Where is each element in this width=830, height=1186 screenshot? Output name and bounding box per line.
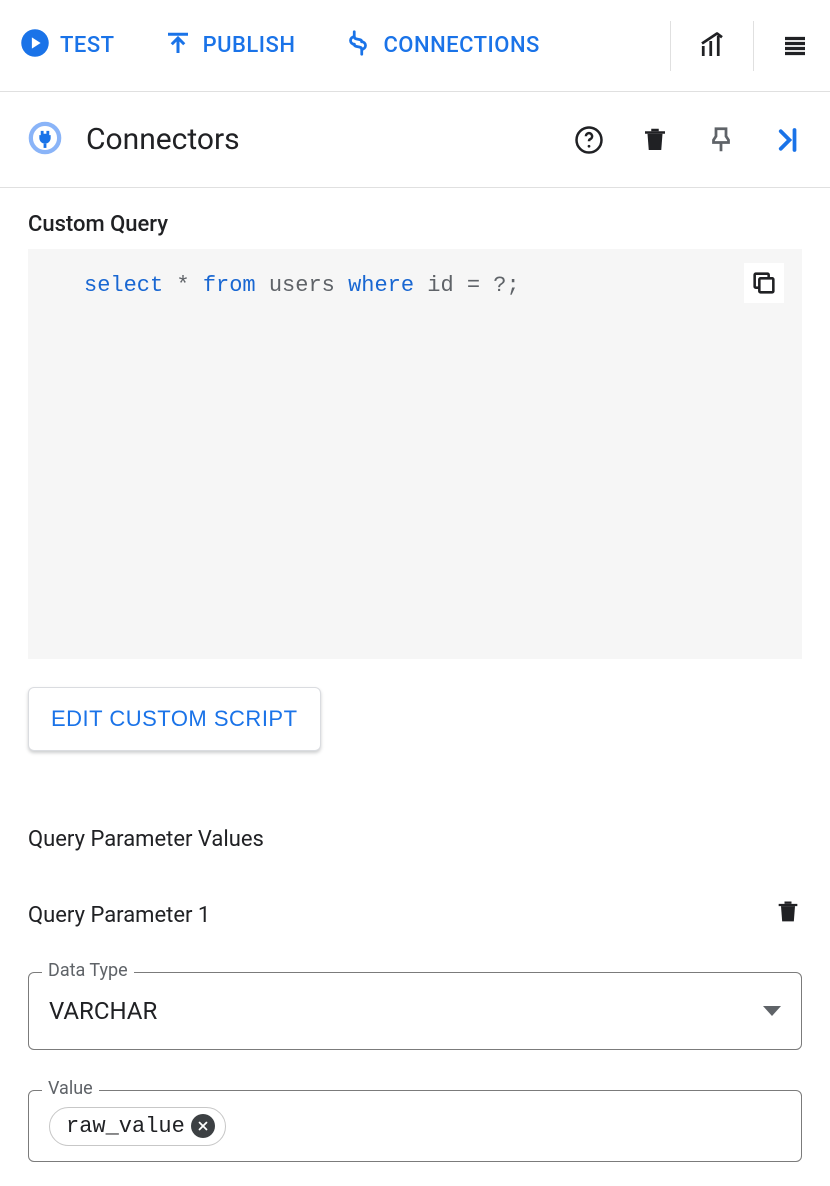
value-chip-text: raw_value	[66, 1114, 185, 1139]
query-parameter-name: Query Parameter 1	[28, 903, 210, 928]
plug-icon	[343, 28, 373, 64]
page-title: Connectors	[86, 122, 574, 157]
test-label: TEST	[60, 33, 115, 58]
pin-button[interactable]	[706, 125, 736, 155]
edit-custom-script-button[interactable]: EDIT CUSTOM SCRIPT	[28, 687, 321, 751]
copy-button[interactable]	[744, 263, 784, 303]
remove-chip-button[interactable]	[191, 1114, 215, 1138]
chevron-down-icon	[763, 1006, 781, 1016]
custom-query-label: Custom Query	[28, 212, 802, 237]
collapse-panel-button[interactable]	[772, 125, 802, 155]
menu-button[interactable]	[780, 31, 810, 61]
delete-parameter-button[interactable]	[774, 898, 802, 932]
query-param-values-heading: Query Parameter Values	[28, 827, 802, 852]
content-area: Custom Query select * from users where i…	[0, 188, 830, 1186]
top-toolbar: TEST PUBLISH CONNECTIONS	[0, 0, 830, 92]
data-type-field[interactable]: Data Type VARCHAR	[28, 972, 802, 1050]
section-header: Connectors	[0, 92, 830, 188]
connections-label: CONNECTIONS	[383, 33, 539, 58]
connectors-icon	[28, 121, 62, 159]
value-label: Value	[42, 1078, 99, 1099]
upload-icon	[163, 28, 193, 64]
data-type-value: VARCHAR	[49, 997, 763, 1025]
analytics-button[interactable]	[697, 31, 727, 61]
play-icon	[20, 28, 50, 64]
publish-label: PUBLISH	[203, 33, 296, 58]
query-parameter: Query Parameter 1 Data Type VARCHAR Valu…	[28, 898, 802, 1162]
help-button[interactable]	[574, 125, 604, 155]
connections-button[interactable]: CONNECTIONS	[343, 28, 539, 64]
toolbar-divider	[753, 21, 754, 71]
test-button[interactable]: TEST	[20, 28, 115, 64]
custom-query-code: select * from users where id = ?;	[28, 249, 802, 659]
delete-button[interactable]	[640, 125, 670, 155]
toolbar-divider	[670, 21, 671, 71]
data-type-label: Data Type	[42, 960, 134, 981]
publish-button[interactable]: PUBLISH	[163, 28, 296, 64]
value-field[interactable]: Value raw_value	[28, 1090, 802, 1162]
value-chip[interactable]: raw_value	[49, 1107, 226, 1146]
